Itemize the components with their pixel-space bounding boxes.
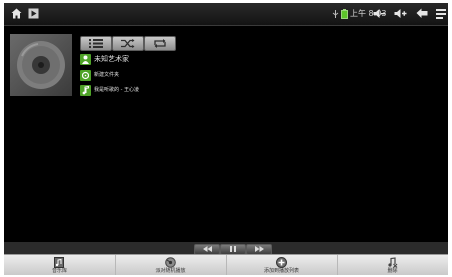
shuffle-mode-button[interactable]	[112, 36, 144, 51]
album-art	[10, 34, 72, 96]
folder-icon	[80, 70, 91, 81]
volume-up-icon[interactable]	[394, 8, 407, 19]
artist-icon	[80, 54, 91, 65]
music-library-icon	[54, 257, 64, 268]
media-player-icon[interactable]	[28, 8, 39, 19]
battery-icon	[341, 9, 348, 19]
party-shuffle-icon	[165, 257, 176, 268]
status-bar: 上午 8:03	[4, 3, 448, 26]
tab-delete[interactable]: 删除	[337, 255, 448, 275]
back-icon[interactable]	[416, 8, 428, 19]
pause-icon	[230, 246, 236, 252]
usb-icon	[332, 10, 339, 18]
repeat-icon	[154, 39, 166, 48]
home-icon[interactable]	[11, 8, 22, 19]
shuffle-icon	[121, 39, 135, 48]
tab-delete-label: 删除	[387, 268, 398, 274]
folder-name: 新建文件夹	[94, 72, 120, 78]
menu-icon[interactable]	[436, 8, 446, 19]
add-icon	[276, 257, 287, 268]
tab-add-to-playlist[interactable]: 添加到播放列表	[226, 255, 338, 275]
disc-icon	[17, 41, 65, 89]
tab-party-shuffle[interactable]: 派对随机播放	[115, 255, 227, 275]
transport-bar	[4, 242, 448, 255]
bottom-bar: 音乐库 派对随机播放 添加到播放列表 删除	[4, 254, 448, 275]
next-icon	[255, 246, 264, 252]
tab-add-to-playlist-label: 添加到播放列表	[263, 268, 299, 274]
tab-party-shuffle-label: 派对随机播放	[155, 268, 186, 274]
previous-icon	[203, 246, 212, 252]
volume-down-icon[interactable]	[373, 8, 385, 19]
delete-icon	[388, 257, 398, 268]
song-icon	[80, 85, 91, 96]
artist-name: 未知艺术家	[94, 55, 129, 63]
list-icon	[89, 39, 103, 48]
music-player-screen: 上午 8:03 未知艺术家 新建文件夹 我是听歌的 - 王心凌 音乐库 派对随机…	[4, 3, 448, 275]
song-title: 我是听歌的 - 王心凌	[94, 87, 139, 93]
list-mode-button[interactable]	[80, 36, 112, 51]
tab-music-library-label: 音乐库	[51, 268, 67, 274]
tab-music-library[interactable]: 音乐库	[4, 255, 116, 275]
repeat-mode-button[interactable]	[144, 36, 176, 51]
